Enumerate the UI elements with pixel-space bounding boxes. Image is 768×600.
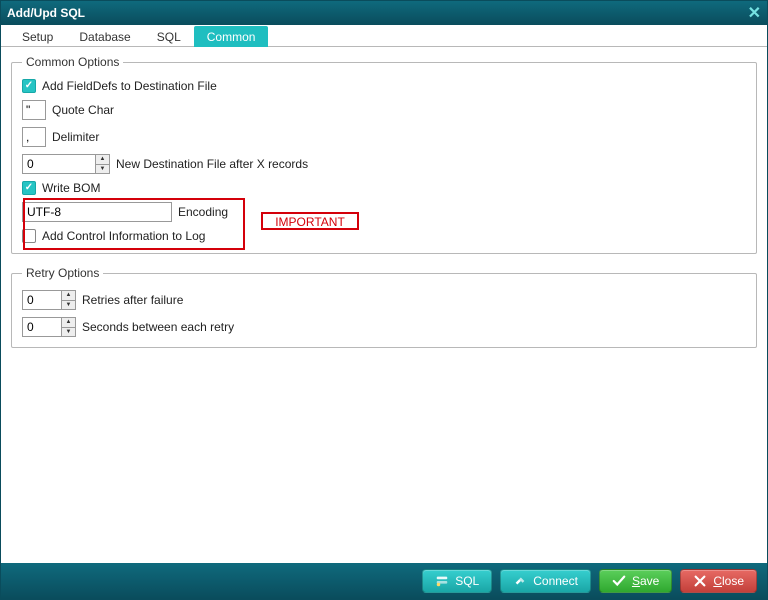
seconds-spinner[interactable]: ▲ ▼: [22, 317, 76, 337]
sql-icon: [435, 574, 449, 588]
new-dest-input[interactable]: [23, 155, 95, 173]
common-options-legend: Common Options: [22, 55, 123, 69]
new-dest-spinner[interactable]: ▲ ▼: [22, 154, 110, 174]
delimiter-input[interactable]: [22, 127, 46, 147]
retry-options-legend: Retry Options: [22, 266, 103, 280]
new-dest-down-icon[interactable]: ▼: [96, 165, 109, 174]
sql-button[interactable]: SQL: [422, 569, 492, 593]
retries-label: Retries after failure: [82, 293, 183, 307]
delimiter-label: Delimiter: [52, 130, 99, 144]
seconds-input[interactable]: [23, 318, 61, 336]
content-area: Common Options Add FieldDefs to Destinat…: [1, 47, 767, 563]
add-ctrl-log-checkbox[interactable]: [22, 229, 36, 243]
tab-bar: Setup Database SQL Common: [1, 25, 767, 47]
titlebar: Add/Upd SQL ✕: [1, 1, 767, 25]
retries-down-icon[interactable]: ▼: [62, 301, 75, 310]
retry-options-group: Retry Options ▲ ▼ Retries after failure …: [11, 266, 757, 348]
connect-button[interactable]: Connect: [500, 569, 591, 593]
seconds-up-icon[interactable]: ▲: [62, 318, 75, 328]
connect-button-label: Connect: [533, 574, 578, 588]
retries-up-icon[interactable]: ▲: [62, 291, 75, 301]
sql-button-label: SQL: [455, 574, 479, 588]
tab-database[interactable]: Database: [66, 26, 143, 47]
tab-common[interactable]: Common: [194, 26, 269, 47]
close-button[interactable]: Close: [680, 569, 757, 593]
add-fielddefs-label: Add FieldDefs to Destination File: [42, 79, 217, 93]
seconds-label: Seconds between each retry: [82, 320, 234, 334]
write-bom-checkbox[interactable]: [22, 181, 36, 195]
encoding-input[interactable]: [22, 202, 172, 222]
footer-bar: SQL Connect Save Close: [1, 563, 767, 599]
new-dest-up-icon[interactable]: ▲: [96, 155, 109, 165]
save-button[interactable]: Save: [599, 569, 672, 593]
add-fielddefs-checkbox[interactable]: [22, 79, 36, 93]
retries-input[interactable]: [23, 291, 61, 309]
quote-char-input[interactable]: [22, 100, 46, 120]
encoding-label: Encoding: [178, 205, 228, 219]
close-button-label: Close: [713, 574, 744, 588]
retries-spinner[interactable]: ▲ ▼: [22, 290, 76, 310]
quote-char-label: Quote Char: [52, 103, 114, 117]
connect-icon: [513, 574, 527, 588]
common-options-group: Common Options Add FieldDefs to Destinat…: [11, 55, 757, 254]
tab-sql[interactable]: SQL: [144, 26, 194, 47]
seconds-down-icon[interactable]: ▼: [62, 328, 75, 337]
write-bom-label: Write BOM: [42, 181, 100, 195]
tab-setup[interactable]: Setup: [9, 26, 66, 47]
window-title: Add/Upd SQL: [7, 6, 85, 20]
new-dest-label: New Destination File after X records: [116, 157, 308, 171]
check-icon: [612, 574, 626, 588]
add-ctrl-log-label: Add Control Information to Log: [42, 229, 205, 243]
close-icon[interactable]: ✕: [748, 3, 761, 23]
close-x-icon: [693, 574, 707, 588]
save-button-label: Save: [632, 574, 659, 588]
